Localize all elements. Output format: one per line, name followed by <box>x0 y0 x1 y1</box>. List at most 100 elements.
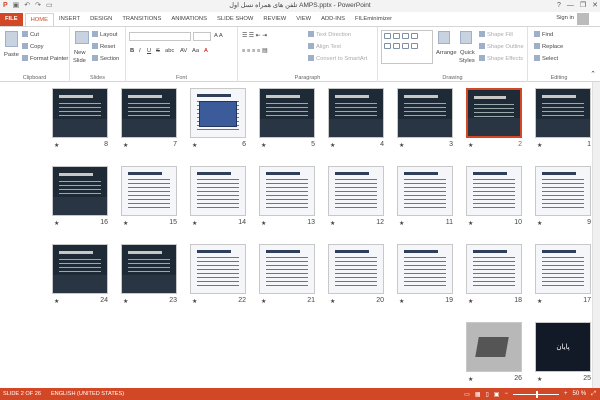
transition-star-icon[interactable]: ★ <box>330 298 335 305</box>
tab-insert[interactable]: INSERT <box>54 13 85 26</box>
sign-in-link[interactable]: Sign in <box>556 15 574 21</box>
normal-view-icon[interactable]: ▭ <box>464 391 470 398</box>
replace-button[interactable]: Replace <box>534 43 563 51</box>
slide-thumbnail[interactable] <box>259 88 315 138</box>
change-case-button[interactable]: Aa <box>192 47 199 55</box>
text-direction-button[interactable]: Text Direction <box>308 31 351 39</box>
slide-thumbnail[interactable] <box>535 88 591 138</box>
slide-thumbnail[interactable] <box>397 244 453 294</box>
transition-star-icon[interactable]: ★ <box>54 298 59 305</box>
align-text-button[interactable]: Align Text <box>308 43 341 51</box>
font-name-input[interactable] <box>129 32 191 41</box>
shape-effects-button[interactable]: Shape Effects <box>479 55 523 63</box>
tab-view[interactable]: VIEW <box>291 13 316 26</box>
slide-thumbnail[interactable] <box>190 166 246 216</box>
transition-star-icon[interactable]: ★ <box>537 142 542 149</box>
transition-star-icon[interactable]: ★ <box>399 142 404 149</box>
reset-button[interactable]: Reset <box>92 43 115 51</box>
slide-sorter-view-icon[interactable]: ▦ <box>475 391 481 398</box>
shape-line-icon[interactable] <box>393 33 400 39</box>
paste-button[interactable]: Paste <box>4 51 19 59</box>
language-indicator[interactable]: ENGLISH (UNITED STATES) <box>51 391 124 397</box>
vertical-scrollbar[interactable] <box>592 82 600 388</box>
arrange-icon[interactable] <box>438 31 450 44</box>
slide-thumbnail[interactable] <box>52 166 108 216</box>
transition-star-icon[interactable]: ★ <box>330 220 335 227</box>
slide-thumbnail[interactable] <box>259 166 315 216</box>
transition-star-icon[interactable]: ★ <box>123 298 128 305</box>
slide-show-view-icon[interactable]: ▣ <box>494 391 500 398</box>
tab-file[interactable]: FILE <box>0 13 23 26</box>
shape-fill-button[interactable]: Shape Fill <box>479 31 513 39</box>
slide-thumbnail[interactable] <box>328 244 384 294</box>
slide-thumbnail[interactable] <box>397 166 453 216</box>
tab-review[interactable]: REVIEW <box>258 13 291 26</box>
transition-star-icon[interactable]: ★ <box>261 220 266 227</box>
transition-star-icon[interactable]: ★ <box>537 298 542 305</box>
slide-thumbnail[interactable] <box>121 166 177 216</box>
slide-thumbnail[interactable] <box>52 88 108 138</box>
new-slide-label2[interactable]: Slide <box>73 57 86 65</box>
zoom-slider[interactable] <box>512 390 559 398</box>
save-icon[interactable]: ▣ <box>13 0 20 12</box>
slide-thumbnail[interactable] <box>259 244 315 294</box>
tab-fileminimizer[interactable]: FILEminimizer <box>350 13 397 26</box>
bullets-button[interactable]: ☰ ☰ ⇤ ⇥ <box>242 32 267 40</box>
slide-thumbnail[interactable]: پایان <box>535 322 591 372</box>
alignment-buttons[interactable]: ≡ ≡ ≡ ≡ ▤ <box>242 47 267 55</box>
shape-brace-icon[interactable] <box>402 43 409 49</box>
zoom-in-button[interactable]: + <box>564 391 568 397</box>
italic-button[interactable]: I <box>139 47 141 55</box>
transition-star-icon[interactable]: ★ <box>399 298 404 305</box>
section-button[interactable]: Section <box>92 55 119 63</box>
transition-star-icon[interactable]: ★ <box>468 142 473 149</box>
slide-thumbnail[interactable] <box>328 166 384 216</box>
character-spacing-button[interactable]: AV <box>180 47 187 55</box>
quick-styles-icon[interactable] <box>460 31 472 44</box>
shape-triangle-icon[interactable] <box>384 43 391 49</box>
transition-star-icon[interactable]: ★ <box>192 142 197 149</box>
transition-star-icon[interactable]: ★ <box>192 298 197 305</box>
text-shadow-button[interactable]: abc <box>165 47 174 55</box>
reading-view-icon[interactable]: ▯ <box>485 391 488 398</box>
undo-icon[interactable]: ↶ <box>24 0 30 12</box>
help-icon[interactable]: ? <box>557 0 561 12</box>
tab-animations[interactable]: ANIMATIONS <box>166 13 212 26</box>
transition-star-icon[interactable]: ★ <box>468 220 473 227</box>
redo-icon[interactable]: ↷ <box>35 0 41 12</box>
font-size-input[interactable] <box>193 32 211 41</box>
layout-button[interactable]: Layout <box>92 31 117 39</box>
slide-thumbnail[interactable] <box>121 88 177 138</box>
convert-smartart-button[interactable]: Convert to SmartArt <box>308 55 367 63</box>
zoom-out-button[interactable]: − <box>504 391 508 397</box>
slide-thumbnail[interactable] <box>466 244 522 294</box>
transition-star-icon[interactable]: ★ <box>261 142 266 149</box>
arrange-button[interactable]: Arrange <box>436 49 457 57</box>
shape-outline-button[interactable]: Shape Outline <box>479 43 524 51</box>
collapse-ribbon-icon[interactable]: ⌃ <box>590 71 596 79</box>
quick-styles-button[interactable]: Quick <box>460 49 475 57</box>
slide-thumbnail[interactable] <box>466 88 522 138</box>
close-icon[interactable]: ✕ <box>592 0 598 12</box>
slide-thumbnail[interactable] <box>397 88 453 138</box>
transition-star-icon[interactable]: ★ <box>330 142 335 149</box>
transition-star-icon[interactable]: ★ <box>261 298 266 305</box>
tab-slide-show[interactable]: SLIDE SHOW <box>212 13 258 26</box>
find-button[interactable]: Find <box>534 31 553 39</box>
new-slide-button[interactable]: New <box>74 49 86 57</box>
zoom-slider-knob[interactable] <box>535 390 538 398</box>
transition-star-icon[interactable]: ★ <box>399 220 404 227</box>
transition-star-icon[interactable]: ★ <box>54 142 59 149</box>
slide-thumbnail[interactable] <box>535 244 591 294</box>
format-painter-button[interactable]: Format Painter <box>22 55 68 63</box>
transition-star-icon[interactable]: ★ <box>468 376 473 383</box>
slide-thumbnail[interactable] <box>190 88 246 138</box>
slide-thumbnail[interactable] <box>190 244 246 294</box>
zoom-level[interactable]: 50 % <box>573 391 587 397</box>
transition-star-icon[interactable]: ★ <box>468 298 473 305</box>
transition-star-icon[interactable]: ★ <box>54 220 59 227</box>
minimize-icon[interactable]: — <box>567 0 574 12</box>
font-color-button[interactable]: A <box>204 47 208 55</box>
avatar[interactable] <box>577 13 589 25</box>
transition-star-icon[interactable]: ★ <box>192 220 197 227</box>
